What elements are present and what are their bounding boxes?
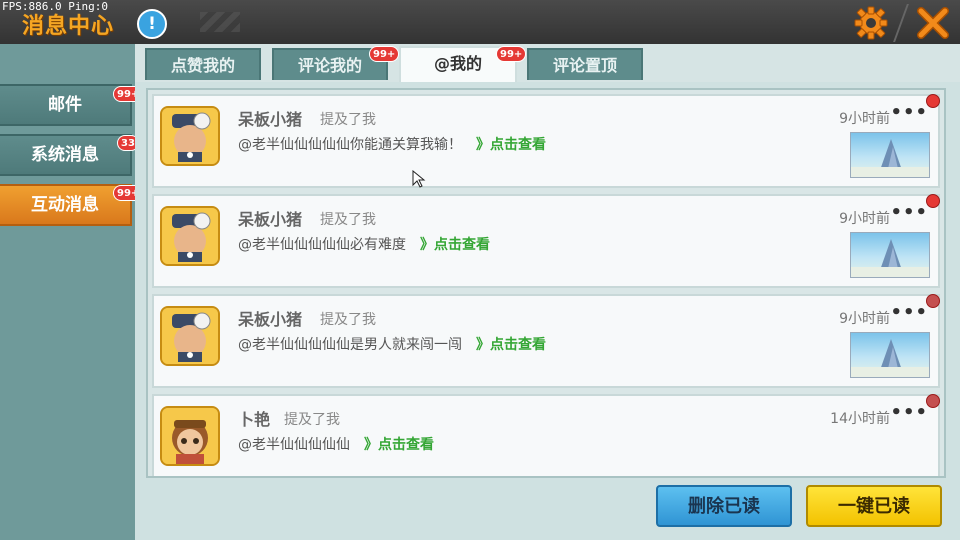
timestamp: 9小时前 [839,211,890,227]
more-dots-icon[interactable]: ••• [890,102,928,123]
avatar[interactable] [160,206,220,266]
more-dots-icon[interactable]: ••• [890,202,928,223]
message-item[interactable]: 呆板小猪 提及了我 @老半仙仙仙仙仙你能通关算我输！ 》点击查看 9小时前 ••• [152,94,940,188]
mouse-cursor-icon [412,170,426,188]
message-body: @老半仙仙仙仙仙 [238,437,350,453]
action-text: 提及了我 [320,312,376,328]
sender-name[interactable]: 呆板小猪 [238,106,302,130]
top-bar: FPS:886.0 Ping:0 消息中心 ! [0,0,960,46]
message-text: @老半仙仙仙仙仙是男人就来闯一闯 》点击查看 [238,334,546,354]
sidebar-item-mail[interactable]: 邮件 [0,84,132,126]
view-link[interactable]: 》点击查看 [420,237,490,253]
unread-badge: 99+ [496,46,527,62]
close-icon[interactable] [916,6,950,40]
view-link[interactable]: 》点击查看 [364,437,434,453]
message-text: @老半仙仙仙仙仙你能通关算我输！ 》点击查看 [238,134,546,154]
avatar[interactable] [160,306,220,366]
tab-label: 评论我的 [297,56,362,75]
map-thumbnail[interactable] [850,232,930,278]
map-thumbnail[interactable] [850,332,930,378]
sender-name[interactable]: 呆板小猪 [238,306,302,330]
delete-read-button[interactable]: 删除已读 [656,485,792,527]
timestamp: 9小时前 [839,111,890,127]
header-divider [893,4,909,42]
unread-dot [926,294,940,308]
view-link[interactable]: 》点击查看 [476,137,546,153]
tab-pinned-comments[interactable]: 评论置顶 [527,48,643,80]
message-item[interactable]: 卜艳 提及了我 @老半仙仙仙仙仙 》点击查看 14小时前 ••• [152,394,940,476]
message-body: @老半仙仙仙仙仙是男人就来闯一闯 [238,337,462,353]
more-dots-icon[interactable]: ••• [890,402,928,423]
message-text: @老半仙仙仙仙仙必有难度 》点击查看 [238,234,490,254]
message-item[interactable]: 呆板小猪 提及了我 @老半仙仙仙仙仙必有难度 》点击查看 9小时前 ••• [152,194,940,288]
sender-name[interactable]: 卜艳 [238,406,270,430]
sidebar-item-label: 系统消息 [31,145,99,165]
tab-label: 评论置顶 [552,56,617,75]
tab-bar: 点赞我的 评论我的 99+ @我的 99+ 评论置顶 [135,44,960,82]
unread-dot [926,194,940,208]
message-body: @老半仙仙仙仙仙必有难度 [238,237,406,253]
timestamp: 9小时前 [839,311,890,327]
avatar[interactable] [160,406,220,466]
message-list[interactable]: 呆板小猪 提及了我 @老半仙仙仙仙仙你能通关算我输！ 》点击查看 9小时前 •••… [146,88,946,478]
page-title: 消息中心 [22,14,115,39]
action-text: 提及了我 [320,112,376,128]
avatar[interactable] [160,106,220,166]
message-text: @老半仙仙仙仙仙 》点击查看 [238,434,434,454]
action-text: 提及了我 [284,412,340,428]
sidebar: 邮件 99+ 系统消息 33 互动消息 99+ [0,44,144,540]
action-text: 提及了我 [320,212,376,228]
map-thumbnail[interactable] [850,132,930,178]
tab-label: @我的 [433,54,482,73]
unread-dot [926,394,940,408]
header-decoration [200,12,240,32]
tab-likes[interactable]: 点赞我的 [145,48,261,80]
timestamp: 14小时前 [830,411,890,427]
unread-badge: 99+ [369,46,400,62]
tab-label: 点赞我的 [170,56,235,75]
view-link[interactable]: 》点击查看 [476,337,546,353]
sender-name[interactable]: 呆板小猪 [238,206,302,230]
gear-icon[interactable] [854,6,888,40]
message-body: @老半仙仙仙仙仙你能通关算我输！ [238,137,462,153]
message-item[interactable]: 呆板小猪 提及了我 @老半仙仙仙仙仙是男人就来闯一闯 》点击查看 9小时前 ••• [152,294,940,388]
unread-dot [926,94,940,108]
info-icon[interactable]: ! [137,9,167,39]
more-dots-icon[interactable]: ••• [890,302,928,323]
sidebar-item-system[interactable]: 系统消息 [0,134,132,176]
mark-all-read-button[interactable]: 一键已读 [806,485,942,527]
sidebar-item-label: 邮件 [48,95,82,115]
sidebar-item-label: 互动消息 [31,195,99,215]
